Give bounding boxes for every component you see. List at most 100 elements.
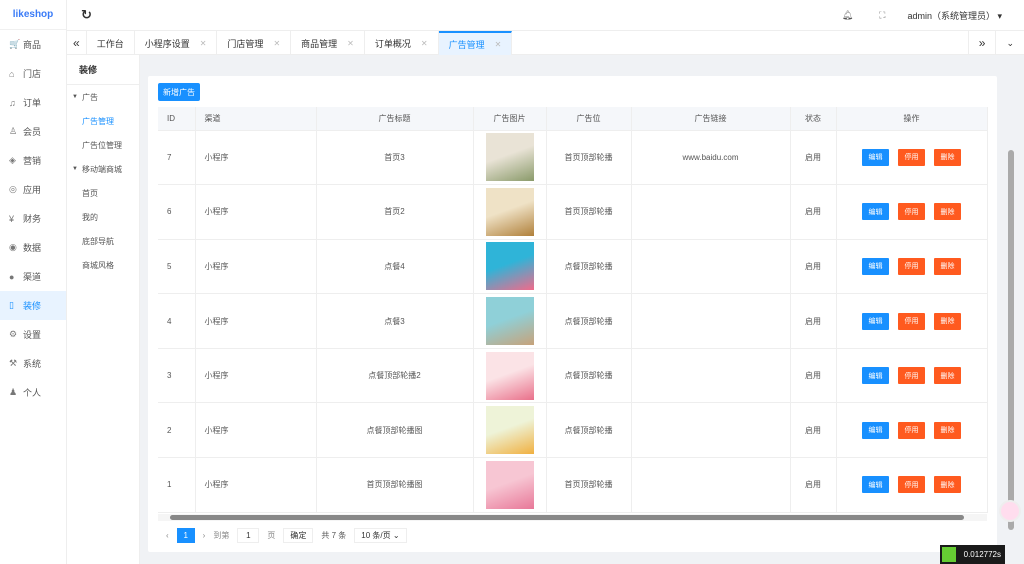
sidebar-item-12[interactable]: ♟ 个人 xyxy=(0,378,66,407)
page-scrollbar[interactable] xyxy=(1006,55,1016,564)
horizontal-scrollbar[interactable] xyxy=(158,514,987,521)
ad-image[interactable] xyxy=(485,133,534,182)
cell-link xyxy=(631,402,791,459)
edit-button[interactable]: 编辑 xyxy=(862,148,889,166)
subnav-item[interactable]: 广告位管理 xyxy=(67,133,139,157)
cell-id: 1 xyxy=(158,457,196,513)
delete-button[interactable]: 删除 xyxy=(934,421,961,439)
cell-status: 启用 xyxy=(790,130,837,186)
delete-button[interactable]: 删除 xyxy=(934,312,961,330)
prev-page-icon[interactable]: ‹ xyxy=(166,531,169,540)
sidebar-item-9[interactable]: ▯ 装修 xyxy=(0,291,66,320)
subnav-item[interactable]: 首页 xyxy=(67,181,139,205)
cell-actions: 编辑 停用 删除 xyxy=(836,348,988,404)
column-header: 操作 xyxy=(836,107,988,131)
confirm-button[interactable]: 确定 xyxy=(283,528,314,543)
edit-button[interactable]: 编辑 xyxy=(862,257,889,275)
subnav-item[interactable]: 底部导航 xyxy=(67,229,139,253)
tab-1[interactable]: 小程序设置 ✕ xyxy=(135,31,218,55)
sidebar-item-6[interactable]: ¥ 财务 xyxy=(0,204,66,233)
assistant-avatar[interactable] xyxy=(999,500,1021,522)
user-menu[interactable]: admin（系统管理员） ▾ xyxy=(907,9,1002,22)
cell-title: 点餐3 xyxy=(316,293,474,349)
disable-button[interactable]: 停用 xyxy=(898,312,925,330)
delete-button[interactable]: 删除 xyxy=(934,257,961,275)
sidebar-item-4[interactable]: ◈ 营销 xyxy=(0,146,66,175)
disable-button[interactable]: 停用 xyxy=(898,257,925,275)
store-icon: ⌂ xyxy=(9,68,15,79)
tab-bar: « 工作台 小程序设置 ✕ 门店管理 ✕ 商品管理 ✕ 订单概况 ✕ 广告管理 ✕ » ⌄ xyxy=(67,30,1024,55)
close-icon[interactable]: ✕ xyxy=(273,39,280,48)
sidebar-item-1[interactable]: ⌂ 门店 xyxy=(0,59,66,88)
subnav-item[interactable]: 商城风格 xyxy=(67,253,139,277)
cell-title: 首页2 xyxy=(316,184,474,240)
tabs-dropdown-icon[interactable]: ⌄ xyxy=(996,31,1024,55)
subnav-item[interactable]: 我的 xyxy=(67,205,139,229)
tab-2[interactable]: 门店管理 ✕ xyxy=(217,31,292,55)
top-header: ↻ 🔔︎ ⛶ admin（系统管理员） ▾ xyxy=(67,0,1024,30)
collapse-tabs-left-icon[interactable]: « xyxy=(67,31,87,55)
disable-button[interactable]: 停用 xyxy=(898,367,925,385)
add-ad-button[interactable]: 新增广告 xyxy=(158,83,200,101)
next-page-icon[interactable]: › xyxy=(203,531,206,540)
cell-title: 点餐顶部轮播2 xyxy=(316,348,474,404)
page-size-select[interactable]: 10 条/页 ⌄ xyxy=(354,528,407,543)
cell-id: 7 xyxy=(158,130,196,186)
decorate-icon: ▯ xyxy=(9,300,14,310)
disable-button[interactable]: 停用 xyxy=(898,203,925,221)
delete-button[interactable]: 删除 xyxy=(934,148,961,166)
disable-button[interactable]: 停用 xyxy=(898,476,925,494)
goto-page-input[interactable]: 1 xyxy=(237,528,260,543)
ad-image[interactable] xyxy=(485,242,534,291)
delete-button[interactable]: 删除 xyxy=(934,476,961,494)
edit-button[interactable]: 编辑 xyxy=(862,476,889,494)
ad-image[interactable] xyxy=(485,297,534,346)
subnav-item[interactable]: 广告管理 xyxy=(67,109,139,133)
close-icon[interactable]: ✕ xyxy=(495,40,502,49)
delete-button[interactable]: 删除 xyxy=(934,203,961,221)
disable-button[interactable]: 停用 xyxy=(898,148,925,166)
sidebar-item-5[interactable]: ◎ 应用 xyxy=(0,175,66,204)
edit-button[interactable]: 编辑 xyxy=(862,421,889,439)
edit-button[interactable]: 编辑 xyxy=(862,367,889,385)
cell-title: 点餐顶部轮播图 xyxy=(316,402,474,459)
fullscreen-icon[interactable]: ⛶ xyxy=(879,10,885,21)
tab-0[interactable]: 工作台 xyxy=(87,31,135,55)
sidebar-item-3[interactable]: ♙ 会员 xyxy=(0,117,66,146)
scroll-tabs-right-icon[interactable]: » xyxy=(967,31,997,55)
delete-button[interactable]: 删除 xyxy=(934,367,961,385)
close-icon[interactable]: ✕ xyxy=(347,39,354,48)
total-count: 共 7 条 xyxy=(321,531,347,540)
sidebar-item-10[interactable]: ⚙ 设置 xyxy=(0,320,66,349)
tab-3[interactable]: 商品管理 ✕ xyxy=(291,31,365,55)
tab-5[interactable]: 广告管理 ✕ xyxy=(438,31,513,55)
tab-4[interactable]: 订单概况 ✕ xyxy=(365,31,439,55)
subnav-group[interactable]: ▼ 广告 xyxy=(67,85,139,109)
ad-image[interactable] xyxy=(485,187,534,236)
bell-icon[interactable]: 🔔︎ xyxy=(842,10,853,21)
sidebar-item-2[interactable]: ♫ 订单 xyxy=(0,88,66,117)
ad-image[interactable] xyxy=(485,406,534,455)
cell-link xyxy=(631,184,791,240)
pagination: ‹ 1 › 到第 1 页 确定 共 7 条 10 条/页 ⌄ xyxy=(166,528,407,543)
ad-image[interactable] xyxy=(485,460,534,509)
sidebar-item-7[interactable]: ◉ 数据 xyxy=(0,233,66,262)
cell-image xyxy=(473,184,547,240)
edit-button[interactable]: 编辑 xyxy=(862,312,889,330)
disable-button[interactable]: 停用 xyxy=(898,421,925,439)
sidebar-item-8[interactable]: ● 渠道 xyxy=(0,262,66,291)
goto-label: 到第 xyxy=(213,531,230,540)
finance-icon: ¥ xyxy=(9,213,15,224)
close-icon[interactable]: ✕ xyxy=(200,39,207,48)
cell-image xyxy=(473,402,547,459)
debug-icon xyxy=(942,547,956,562)
sidebar-item-0[interactable]: 🛒 商品 xyxy=(0,30,66,59)
subnav-group[interactable]: ▼ 移动端商城 xyxy=(67,157,139,181)
edit-button[interactable]: 编辑 xyxy=(862,203,889,221)
refresh-icon[interactable]: ↻ xyxy=(81,7,92,23)
ad-image[interactable] xyxy=(485,351,534,400)
marketing-icon: ◈ xyxy=(9,155,16,165)
sidebar-item-11[interactable]: ⚒ 系统 xyxy=(0,349,66,378)
close-icon[interactable]: ✕ xyxy=(421,39,428,48)
current-page[interactable]: 1 xyxy=(176,528,195,543)
